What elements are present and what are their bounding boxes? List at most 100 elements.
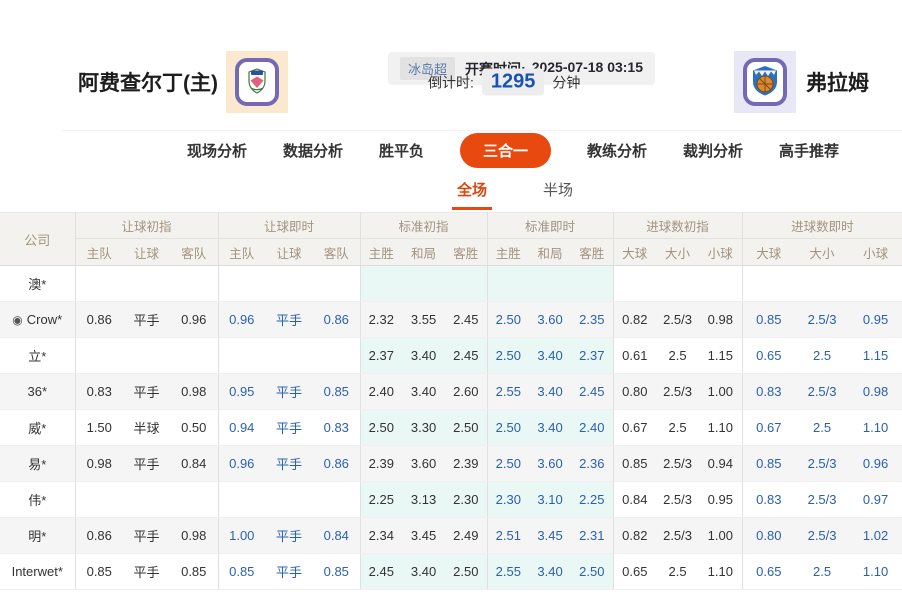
live-odds-cell[interactable]: 0.95 [849,302,902,338]
bookmaker-icon: ◉ [12,313,22,327]
live-odds-cell[interactable]: 0.85 [742,302,795,338]
live-odds-cell[interactable]: 2.5 [795,410,849,446]
live-odds-cell[interactable]: 平手 [265,374,313,410]
live-odds-cell[interactable]: 0.98 [849,374,902,410]
live-odds-cell[interactable]: 2.37 [571,338,613,374]
company-cell[interactable]: Interwet* [0,554,75,590]
live-odds-cell[interactable]: 1.15 [849,338,902,374]
live-odds-cell[interactable]: 2.5 [795,554,849,590]
live-odds-cell[interactable]: 2.50 [487,338,529,374]
live-odds-cell[interactable]: 0.65 [742,554,795,590]
live-odds-cell[interactable]: 2.50 [487,446,529,482]
live-odds-cell[interactable]: 3.40 [529,374,571,410]
live-odds-cell[interactable]: 2.51 [487,518,529,554]
initial-odds-cell: 0.82 [613,302,656,338]
company-cell[interactable]: 明* [0,518,75,554]
live-odds-cell[interactable]: 0.80 [742,518,795,554]
live-odds-cell[interactable]: 0.96 [218,302,265,338]
company-cell[interactable]: 易* [0,446,75,482]
live-odds-cell [265,266,313,302]
tab-half-match[interactable]: 半场 [538,179,578,210]
live-odds-cell[interactable]: 2.55 [487,374,529,410]
live-odds-cell[interactable]: 0.85 [313,374,360,410]
live-odds-cell[interactable]: 3.60 [529,302,571,338]
live-odds-cell[interactable]: 0.85 [218,554,265,590]
live-odds-cell [265,338,313,374]
live-odds-cell[interactable]: 2.31 [571,518,613,554]
live-odds-cell[interactable]: 平手 [265,410,313,446]
live-odds-cell[interactable]: 0.83 [742,374,795,410]
live-odds-cell[interactable]: 0.86 [313,446,360,482]
live-odds-cell[interactable]: 0.97 [849,482,902,518]
column-sub-header: 客胜 [571,239,613,266]
company-cell[interactable]: 澳* [0,266,75,302]
column-group-header: 进球数初指 [613,213,742,239]
live-odds-cell[interactable]: 3.40 [529,554,571,590]
nav-tab-win-draw-lose[interactable]: 胜平负 [379,140,424,161]
initial-odds-cell: 1.00 [699,518,742,554]
nav-tab-three-in-one[interactable]: 三合一 [460,133,551,168]
live-odds-cell[interactable]: 2.25 [571,482,613,518]
live-odds-cell[interactable]: 2.45 [571,374,613,410]
live-odds-cell[interactable]: 3.10 [529,482,571,518]
live-odds-cell[interactable]: 0.84 [313,518,360,554]
live-odds-cell[interactable]: 2.5 [795,338,849,374]
live-odds-cell[interactable]: 0.67 [742,410,795,446]
company-cell[interactable]: 伟* [0,482,75,518]
live-odds-cell[interactable]: 3.40 [529,410,571,446]
nav-tab-referee-analysis[interactable]: 裁判分析 [683,140,743,161]
live-odds-cell[interactable]: 0.85 [742,446,795,482]
live-odds-cell[interactable]: 2.30 [487,482,529,518]
tab-full-match[interactable]: 全场 [452,179,492,210]
nav-tab-data-analysis[interactable]: 数据分析 [283,140,343,161]
live-odds-cell[interactable]: 2.50 [487,410,529,446]
live-odds-cell[interactable]: 0.96 [218,446,265,482]
live-odds-cell[interactable]: 2.55 [487,554,529,590]
live-odds-cell[interactable]: 2.5/3 [795,446,849,482]
live-odds-cell[interactable]: 平手 [265,554,313,590]
initial-odds-cell [699,266,742,302]
column-sub-header: 主队 [75,239,123,266]
live-odds-cell[interactable]: 1.02 [849,518,902,554]
live-odds-cell[interactable]: 2.35 [571,302,613,338]
company-cell[interactable]: 威* [0,410,75,446]
live-odds-cell[interactable]: 平手 [265,518,313,554]
live-odds-cell[interactable]: 0.83 [313,410,360,446]
live-odds-cell[interactable]: 2.5/3 [795,302,849,338]
nav-tab-live-analysis[interactable]: 现场分析 [187,140,247,161]
live-odds-cell[interactable]: 2.36 [571,446,613,482]
live-odds-cell[interactable]: 1.10 [849,554,902,590]
company-cell[interactable]: 立* [0,338,75,374]
nav-tab-expert-picks[interactable]: 高手推荐 [779,140,839,161]
live-odds-cell[interactable]: 0.83 [742,482,795,518]
live-odds-cell[interactable]: 3.60 [529,446,571,482]
company-cell[interactable]: ◉Crow* [0,302,75,338]
live-odds-cell [265,482,313,518]
company-cell[interactable]: 36* [0,374,75,410]
live-odds-cell[interactable]: 1.00 [218,518,265,554]
odds-table-header: 公司让球初指让球即时标准初指标准即时进球数初指进球数即时主队让球客队主队让球客队… [0,213,902,266]
live-odds-cell[interactable]: 2.50 [487,302,529,338]
live-odds-cell[interactable]: 平手 [265,302,313,338]
live-odds-cell[interactable]: 2.5/3 [795,518,849,554]
live-odds-cell[interactable]: 0.85 [313,554,360,590]
initial-odds-cell [75,338,123,374]
live-odds-cell[interactable]: 1.10 [849,410,902,446]
live-odds-cell[interactable]: 0.95 [218,374,265,410]
live-odds-cell[interactable]: 2.40 [571,410,613,446]
live-odds-cell[interactable]: 0.65 [742,338,795,374]
live-odds-cell[interactable]: 2.5/3 [795,482,849,518]
nav-tab-coach-analysis[interactable]: 教练分析 [587,140,647,161]
live-odds-cell[interactable]: 3.40 [529,338,571,374]
live-odds-cell[interactable]: 2.5/3 [795,374,849,410]
live-odds-cell [795,266,849,302]
initial-odds-cell [75,266,123,302]
live-odds-cell[interactable]: 平手 [265,446,313,482]
live-odds-cell[interactable]: 0.96 [849,446,902,482]
live-odds-cell[interactable]: 0.86 [313,302,360,338]
live-odds-cell[interactable]: 3.45 [529,518,571,554]
initial-odds-cell: 2.5 [656,338,699,374]
live-odds-cell[interactable]: 0.94 [218,410,265,446]
live-odds-cell[interactable]: 2.50 [571,554,613,590]
initial-odds-cell: 0.85 [613,446,656,482]
